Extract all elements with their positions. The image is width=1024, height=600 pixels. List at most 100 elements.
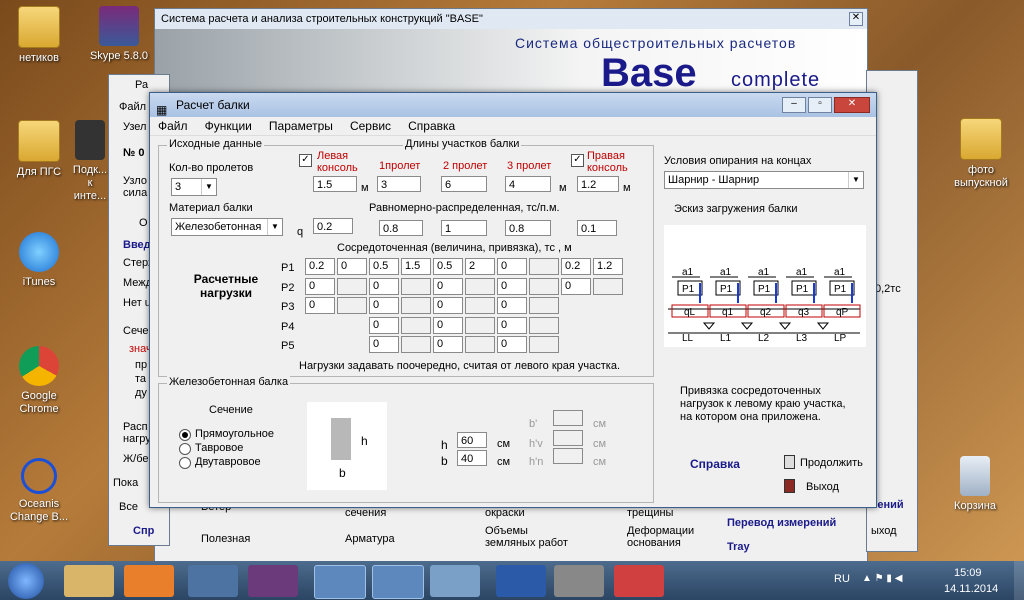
section-ibeam-radio[interactable] xyxy=(179,457,191,469)
load-cell[interactable]: 0 xyxy=(305,277,335,295)
load-cell[interactable]: 0 xyxy=(369,297,399,314)
length-left-console[interactable]: 1.5 xyxy=(313,176,357,192)
load-cell[interactable] xyxy=(401,336,431,353)
left-select-all[interactable]: Все xyxy=(119,501,138,513)
uniform-span2[interactable]: 1 xyxy=(441,220,487,236)
desktop-icon-chrome[interactable]: Google Chrome xyxy=(4,346,74,416)
length-span1[interactable]: 3 xyxy=(377,176,421,192)
uniform-span1[interactable]: 0.8 xyxy=(379,220,423,236)
load-cell[interactable]: 0 xyxy=(337,258,367,275)
word-taskbar-icon[interactable] xyxy=(496,565,546,597)
bg-item-section[interactable]: сечения xyxy=(345,507,386,519)
left-menu-file[interactable]: Файл xyxy=(119,101,146,113)
load-cell[interactable]: 0.2 xyxy=(561,258,591,275)
load-cell[interactable]: 0.5 xyxy=(369,258,399,275)
start-button[interactable] xyxy=(8,563,44,599)
length-span3[interactable]: 4 xyxy=(505,176,551,192)
base-app-taskbar-icon[interactable] xyxy=(554,565,604,597)
section-rect-radio[interactable] xyxy=(179,429,191,441)
desktop-icon-folder[interactable]: нетиков xyxy=(4,6,74,65)
spans-count-select[interactable]: 3 ▼ xyxy=(171,178,217,196)
material-select[interactable]: Железобетонная ▼ xyxy=(171,218,283,236)
menu-functions[interactable]: Функции xyxy=(205,119,252,133)
load-cell[interactable] xyxy=(529,297,559,314)
b-input[interactable]: 40 xyxy=(457,450,487,466)
load-cell[interactable] xyxy=(465,297,495,314)
bg-item-units[interactable]: Перевод измерений xyxy=(727,517,836,529)
load-cell[interactable]: 0 xyxy=(369,316,399,334)
load-cell[interactable] xyxy=(401,277,431,295)
load-cell[interactable] xyxy=(529,277,559,295)
load-cell[interactable]: 0 xyxy=(369,277,399,295)
desktop-icon-oceanis[interactable]: Oceanis Change B... xyxy=(4,458,74,524)
load-cell[interactable] xyxy=(337,297,367,314)
length-span2[interactable]: 6 xyxy=(441,176,487,192)
load-cell[interactable]: 0 xyxy=(305,297,335,314)
load-cell[interactable]: 0 xyxy=(369,336,399,353)
minimize-button[interactable]: – xyxy=(782,97,806,113)
desktop-icon-recycle[interactable]: Корзина xyxy=(940,456,1010,513)
beam-taskbar-icon[interactable] xyxy=(614,565,664,597)
load-cell[interactable]: 0 xyxy=(433,316,463,334)
load-cell[interactable]: 0 xyxy=(497,316,527,334)
load-cell[interactable] xyxy=(401,316,431,334)
maximize-button[interactable]: ▫ xyxy=(808,97,832,113)
menu-service[interactable]: Сервис xyxy=(350,119,391,133)
base-taskbar-icon[interactable] xyxy=(372,565,424,599)
desktop-icon-connect[interactable]: Подк... к инте... xyxy=(70,120,110,203)
chrome-taskbar-icon[interactable] xyxy=(188,565,238,597)
load-cell[interactable]: 0 xyxy=(433,297,463,314)
load-cell[interactable] xyxy=(529,258,559,275)
load-cell[interactable]: 0 xyxy=(561,277,591,295)
bg-item-cracks[interactable]: трещины xyxy=(627,507,673,519)
load-cell[interactable] xyxy=(465,277,495,295)
left-console-checkbox[interactable]: ✓ xyxy=(299,154,312,167)
bg-item-earthwork[interactable]: Объемы земляных работ xyxy=(485,525,575,549)
load-cell[interactable]: 0 xyxy=(497,277,527,295)
support-select[interactable]: Шарнир - Шарнир ▼ xyxy=(664,171,864,189)
media-player-taskbar-icon[interactable] xyxy=(124,565,174,597)
load-cell[interactable] xyxy=(593,277,623,295)
help-button[interactable]: Справка xyxy=(690,457,740,471)
load-cell[interactable]: 0.5 xyxy=(433,258,463,275)
clock-time[interactable]: 15:09 xyxy=(954,567,982,579)
bg-item-deform[interactable]: Деформации основания xyxy=(627,525,717,549)
menu-parameters[interactable]: Параметры xyxy=(269,119,333,133)
hprime-v-input[interactable] xyxy=(553,430,583,446)
menu-help[interactable]: Справка xyxy=(408,119,455,133)
load-cell[interactable]: 0 xyxy=(497,258,527,275)
close-button[interactable]: ✕ xyxy=(849,12,863,26)
show-desktop-button[interactable] xyxy=(1014,561,1024,600)
load-cell[interactable] xyxy=(465,336,495,353)
uniform-right-console[interactable]: 0.1 xyxy=(577,220,617,236)
load-cell[interactable] xyxy=(465,316,495,334)
load-cell[interactable]: 0.2 xyxy=(305,258,335,275)
load-cell[interactable]: 2 xyxy=(465,258,495,275)
load-cell[interactable] xyxy=(337,277,367,295)
load-cell[interactable] xyxy=(529,316,559,334)
load-cell[interactable]: 1.2 xyxy=(593,258,623,275)
h-input[interactable]: 60 xyxy=(457,432,487,448)
right-console-checkbox[interactable]: ✓ xyxy=(571,154,584,167)
section-tee-radio[interactable] xyxy=(179,443,191,455)
load-cell[interactable]: 0 xyxy=(497,297,527,314)
tray-icons[interactable]: ▲ ⚑ ▮ ◀ xyxy=(862,573,922,587)
load-cell[interactable] xyxy=(401,297,431,314)
desktop-icon-itunes[interactable]: iTunes xyxy=(4,232,74,289)
winrar-taskbar-icon[interactable] xyxy=(248,565,298,597)
length-right-console[interactable]: 1.2 xyxy=(577,176,619,192)
skype-taskbar-icon[interactable] xyxy=(314,565,366,599)
image-viewer-taskbar-icon[interactable] xyxy=(430,565,480,597)
bg-item-paint[interactable]: окраски xyxy=(485,507,525,519)
bprime-input[interactable] xyxy=(553,410,583,426)
load-cell[interactable]: 0 xyxy=(433,336,463,353)
uniform-span3[interactable]: 0.8 xyxy=(505,220,551,236)
load-cell[interactable] xyxy=(529,336,559,353)
language-indicator[interactable]: RU xyxy=(834,573,850,585)
uniform-left-console[interactable]: 0.2 xyxy=(313,218,353,234)
bg-item-useful[interactable]: Полезная xyxy=(201,533,250,545)
continue-button[interactable]: Продолжить xyxy=(800,457,863,469)
exit-button[interactable]: Выход xyxy=(806,481,839,493)
desktop-icon-photo[interactable]: фото выпускной xyxy=(946,118,1016,190)
bg-item-rebar[interactable]: Арматура xyxy=(345,533,395,545)
